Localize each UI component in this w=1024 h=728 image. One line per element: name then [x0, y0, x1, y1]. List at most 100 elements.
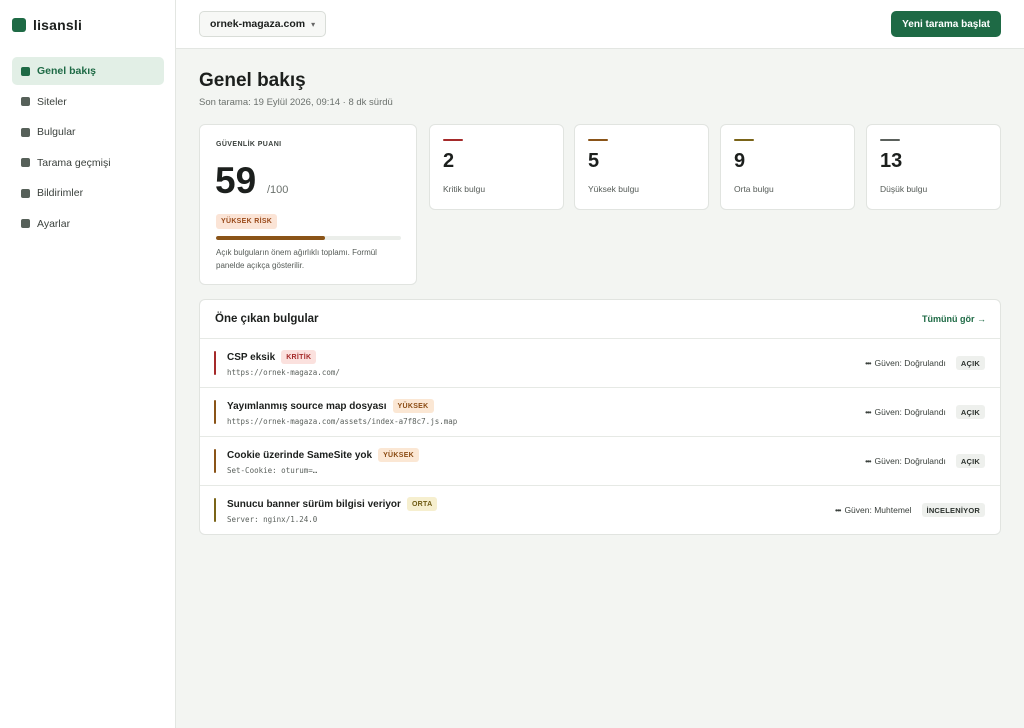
stat-card-critical[interactable]: 2 Kritik bulgu: [429, 124, 564, 210]
stat-card-low[interactable]: 13 Düşük bulgu: [866, 124, 1001, 210]
sidebar-item-notifications[interactable]: Bildirimler: [12, 179, 164, 207]
status-badge: AÇIK: [955, 356, 985, 370]
risk-badge: YÜKSEK RİSK: [216, 214, 278, 229]
stat-card-medium[interactable]: 9 Orta bulgu: [720, 124, 855, 210]
sidebar-item-settings[interactable]: Ayarlar: [12, 210, 164, 238]
topbar: ornek-magaza.com ▾ Yeni tarama başlat: [176, 0, 1024, 49]
confidence-text: Güven: Doğrulandı: [874, 358, 946, 368]
severity-badge: YÜKSEK: [378, 448, 420, 462]
finding-meta: ••• Güven: Doğrulandı AÇIK: [865, 356, 985, 370]
severity-badge: YÜKSEK: [392, 399, 434, 413]
history-icon: [21, 158, 30, 167]
finding-evidence: https://ornek-magaza.com/: [227, 368, 340, 377]
stat-label: Düşük bulgu: [880, 184, 928, 194]
finding-title: Yayımlanmış source map dosyası YÜKSEK: [227, 399, 434, 413]
finding-row[interactable]: Sunucu banner sürüm bilgisi veriyor ORTA…: [200, 486, 1000, 535]
brand-logo-icon: [12, 18, 26, 32]
score-note: Açık bulguların önem ağırlıklı toplamı. …: [216, 248, 377, 270]
confidence-text: Güven: Doğrulandı: [874, 407, 946, 417]
brand[interactable]: lisansli: [12, 17, 82, 33]
brand-name: lisansli: [33, 17, 83, 33]
stat-accent-bar: [588, 139, 608, 141]
finding-evidence: Server: nginx/1.24.0: [227, 515, 318, 524]
severity-badge: KRİTİK: [281, 350, 317, 364]
score-max: /100: [267, 184, 289, 196]
confidence-text: Güven: Muhtemel: [844, 505, 912, 515]
stat-accent-bar: [443, 139, 463, 141]
finding-evidence: Set-Cookie: oturum=…: [227, 466, 318, 475]
stat-value: 5: [588, 150, 600, 172]
sidebar-item-findings[interactable]: Bulgular: [12, 118, 164, 146]
notifications-icon: [21, 188, 30, 198]
stat-label: Yüksek bulgu: [588, 184, 640, 194]
sidebar-item-label: Genel bakış: [37, 65, 96, 77]
finding-meta: ••• Güven: Doğrulandı AÇIK: [865, 454, 985, 468]
severity-badge: ORTA: [406, 497, 438, 511]
finding-title: Cookie üzerinde SameSite yok YÜKSEK: [227, 448, 420, 462]
last-scan-info: Son tarama: 19 Eylül 2026, 09:14 · 8 dk …: [199, 97, 393, 108]
status-badge: İNCELENİYOR: [921, 503, 985, 517]
sidebar-item-overview[interactable]: Genel bakış: [12, 57, 164, 85]
findings-title: Öne çıkan bulgular: [215, 313, 319, 325]
confidence: ••• Güven: Doğrulandı: [865, 358, 946, 368]
site-select[interactable]: ornek-magaza.com ▾: [199, 11, 327, 37]
severity-accent: [214, 400, 216, 424]
new-scan-button[interactable]: Yeni tarama başlat: [891, 11, 1001, 37]
sidebar-item-label: Bulgular: [37, 126, 76, 138]
confidence-dots-icon: •••: [865, 358, 871, 368]
sidebar-nav: Genel bakış Siteler Bulgular Tarama geçm…: [12, 57, 164, 240]
score-progress-track: [216, 236, 401, 240]
finding-name: CSP eksik: [227, 351, 276, 363]
overview-icon: [21, 66, 30, 76]
page-title: Genel bakış: [199, 70, 306, 91]
sidebar: lisansli Genel bakış Siteler Bulgular Ta…: [0, 0, 176, 728]
stat-value: 13: [880, 150, 903, 172]
confidence: ••• Güven: Doğrulandı: [865, 456, 946, 466]
finding-meta: ••• Güven: Muhtemel İNCELENİYOR: [835, 503, 985, 517]
sidebar-item-label: Siteler: [37, 95, 67, 108]
severity-accent: [214, 351, 216, 375]
stat-label: Orta bulgu: [734, 184, 774, 194]
severity-accent: [214, 498, 216, 522]
sidebar-item-label: Bildirimler: [37, 187, 84, 199]
score-progress-fill: [216, 236, 326, 240]
stat-value: 9: [734, 150, 746, 172]
finding-name: Sunucu banner sürüm bilgisi veriyor: [227, 498, 401, 510]
confidence-dots-icon: •••: [835, 505, 841, 515]
finding-title: CSP eksik KRİTİK: [227, 350, 317, 364]
finding-name: Cookie üzerinde SameSite yok: [227, 449, 373, 461]
site-select-value: ornek-magaza.com: [210, 18, 306, 30]
sidebar-item-sites[interactable]: Siteler: [12, 88, 164, 116]
stat-card-high[interactable]: 5 Yüksek bulgu: [574, 124, 709, 210]
finding-row[interactable]: Cookie üzerinde SameSite yok YÜKSEK Set-…: [200, 437, 1000, 486]
finding-title: Sunucu banner sürüm bilgisi veriyor ORTA: [227, 497, 438, 511]
sidebar-item-scan-history[interactable]: Tarama geçmişi: [12, 149, 164, 177]
confidence-text: Güven: Doğrulandı: [874, 456, 946, 466]
score-label: GÜVENLİK PUANI: [216, 141, 282, 148]
confidence-dots-icon: •••: [865, 407, 871, 417]
finding-row[interactable]: Yayımlanmış source map dosyası YÜKSEK ht…: [200, 388, 1000, 437]
severity-accent: [214, 449, 216, 473]
stat-accent-bar: [880, 139, 900, 141]
see-all-link[interactable]: Tümünü gör →: [922, 314, 986, 324]
top-findings-panel: Öne çıkan bulgular Tümünü gör → CSP eksi…: [199, 299, 1001, 535]
finding-name: Yayımlanmış source map dosyası: [227, 400, 387, 412]
finding-evidence: https://ornek-magaza.com/assets/index-a7…: [227, 417, 458, 426]
confidence: ••• Güven: Doğrulandı: [865, 407, 946, 417]
settings-icon: [21, 219, 30, 228]
finding-meta: ••• Güven: Doğrulandı AÇIK: [865, 405, 985, 419]
security-score-card: GÜVENLİK PUANI 59 /100 YÜKSEK RİSK Açık …: [199, 124, 417, 285]
status-badge: AÇIK: [955, 454, 985, 468]
sidebar-item-label: Ayarlar: [37, 217, 71, 230]
finding-row[interactable]: CSP eksik KRİTİK https://ornek-magaza.co…: [200, 339, 1000, 388]
confidence-dots-icon: •••: [865, 456, 871, 466]
findings-icon: [21, 127, 30, 137]
stat-accent-bar: [734, 139, 754, 141]
score-value: 59: [215, 160, 257, 201]
stat-value: 2: [443, 150, 455, 172]
status-badge: AÇIK: [955, 405, 985, 419]
confidence: ••• Güven: Muhtemel: [835, 505, 912, 515]
chevron-down-icon: ▾: [311, 19, 316, 29]
stat-label: Kritik bulgu: [443, 184, 486, 194]
findings-header: Öne çıkan bulgular Tümünü gör →: [200, 300, 1000, 339]
